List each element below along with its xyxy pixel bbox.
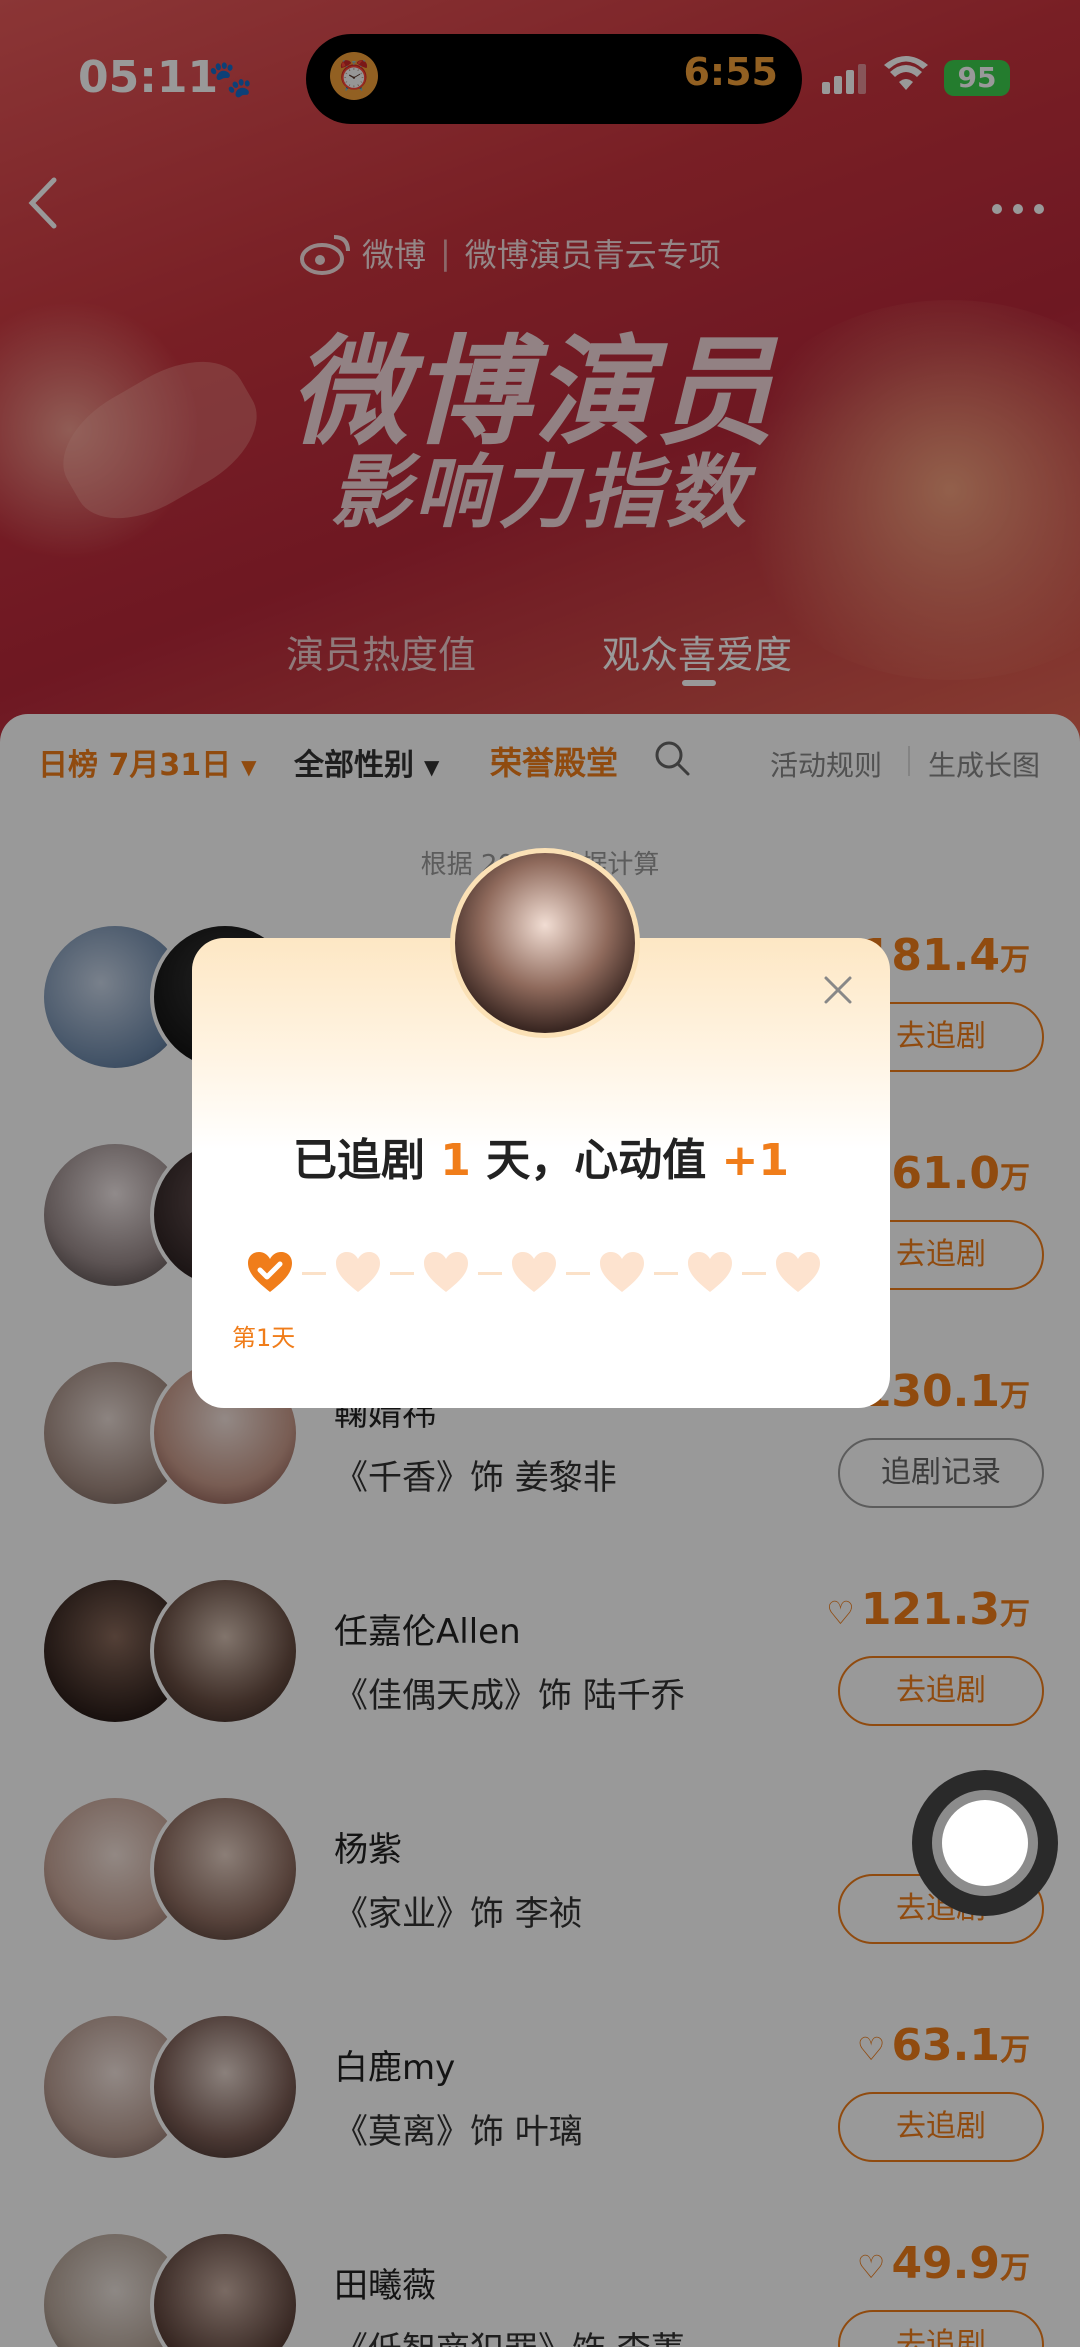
heart-icon xyxy=(774,1250,822,1296)
actor-avatar xyxy=(450,848,640,1038)
heart-icon xyxy=(334,1250,382,1296)
heart-check-icon xyxy=(246,1250,294,1296)
title-mid: 天，心动值 xyxy=(470,1135,722,1186)
checkin-progress xyxy=(246,1250,826,1300)
progress-connector xyxy=(742,1272,766,1275)
title-prefix: 已追剧 xyxy=(292,1135,441,1186)
close-icon[interactable] xyxy=(818,970,858,1010)
progress-connector xyxy=(302,1272,326,1275)
modal-title: 已追剧 1 天，心动值 +1 xyxy=(192,1124,890,1188)
heart-icon xyxy=(598,1250,646,1296)
bonus-value: +1 xyxy=(721,1135,790,1186)
assistive-touch-button[interactable] xyxy=(912,1770,1058,1916)
days-count: 1 xyxy=(440,1135,471,1186)
heart-icon xyxy=(422,1250,470,1296)
heart-icon xyxy=(510,1250,558,1296)
progress-connector xyxy=(566,1272,590,1275)
progress-connector xyxy=(654,1272,678,1275)
assistive-dot xyxy=(942,1800,1028,1886)
progress-connector xyxy=(478,1272,502,1275)
progress-connector xyxy=(390,1272,414,1275)
day-label: 第1天 xyxy=(232,1324,296,1352)
heart-icon xyxy=(686,1250,734,1296)
